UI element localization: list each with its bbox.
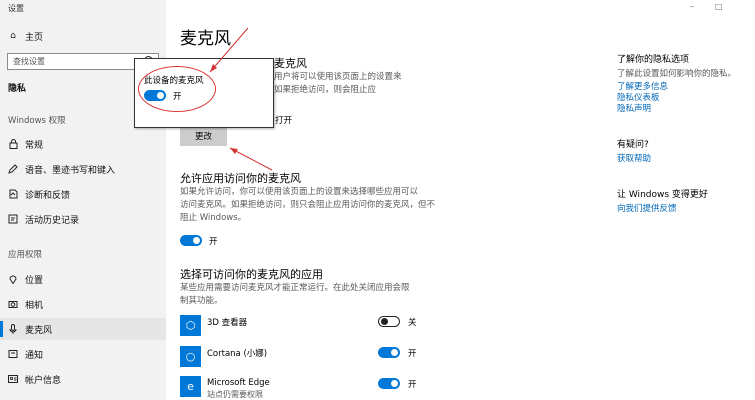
- sidebar-item-camera[interactable]: 相机: [0, 293, 166, 315]
- section1-status-partial: 打开: [275, 116, 293, 126]
- window-title: 设置: [8, 4, 24, 13]
- sidebar-item-activity-history[interactable]: 活动历史记录: [0, 208, 166, 230]
- edge-toggle-label: 开: [408, 380, 417, 390]
- sidebar-item-diagnostics[interactable]: 诊断和反馈: [0, 183, 166, 205]
- microphone-icon: [8, 324, 18, 334]
- sidebar-item-label: 通知: [25, 350, 44, 361]
- sidebar-item-account-info[interactable]: 帐户信息: [0, 368, 166, 390]
- camera-icon: [8, 299, 18, 309]
- section3-desc-line2: 制其功能。: [180, 296, 223, 306]
- sidebar-item-home[interactable]: ⌂ 主页: [0, 25, 166, 47]
- app-sub-edge: 站点仍需要权限: [207, 390, 263, 399]
- app-name-edge: Microsoft Edge: [207, 378, 270, 388]
- 3d-viewer-icon: ⬡: [180, 315, 201, 336]
- section-windows-permissions: Windows 权限: [8, 116, 66, 126]
- notification-icon: [8, 349, 18, 359]
- sidebar-item-speech[interactable]: 语音、墨迹书写和键入: [0, 158, 166, 180]
- get-help-link[interactable]: 获取帮助: [617, 152, 651, 164]
- sidebar-item-location[interactable]: 位置: [0, 268, 166, 290]
- pen-icon: [8, 164, 18, 174]
- cortana-toggle[interactable]: [378, 347, 400, 358]
- page-title: 麦克风: [180, 29, 231, 49]
- edge-toggle[interactable]: [378, 378, 400, 389]
- app-name-cortana: Cortana (小娜): [207, 349, 268, 359]
- sidebar-item-label: 相机: [25, 300, 44, 311]
- section1-heading-partial: 麦克风: [274, 57, 307, 70]
- sidebar-item-label: 常规: [25, 140, 44, 151]
- improve-windows-heading: 让 Windows 变得更好: [617, 190, 708, 200]
- sidebar-item-label: 位置: [25, 275, 44, 286]
- sidebar-item-label: 主页: [25, 32, 44, 43]
- feedback-link[interactable]: 向我们提供反馈: [617, 202, 677, 214]
- privacy-statement-link[interactable]: 隐私声明: [617, 102, 651, 114]
- allow-apps-toggle-label: 开: [209, 237, 218, 247]
- questions-heading: 有疑问?: [617, 140, 649, 150]
- privacy-options-desc: 了解此设置如何影响你的隐私。: [617, 69, 737, 79]
- home-icon: ⌂: [10, 31, 16, 41]
- section2-desc-line2: 访问麦克风。如果拒绝访问，则只会阻止应用访问你的麦克风，但不: [180, 200, 436, 210]
- 3d-viewer-toggle[interactable]: [378, 316, 400, 327]
- sidebar-item-general[interactable]: 常规: [0, 133, 166, 155]
- sidebar-item-label: 麦克风: [25, 325, 53, 336]
- section2-desc-line3: 阻止 Windows。: [180, 213, 247, 223]
- sidebar-item-label: 活动历史记录: [25, 215, 80, 226]
- sidebar-item-label: 帐户信息: [25, 375, 62, 386]
- minimize-button[interactable]: –: [690, 2, 694, 11]
- app-name-3d-viewer: 3D 查看器: [207, 318, 248, 328]
- section-app-permissions: 应用权限: [8, 250, 43, 260]
- diagnostics-icon: [8, 189, 18, 199]
- cortana-toggle-label: 开: [408, 349, 417, 359]
- account-icon: [8, 374, 18, 384]
- section3-desc-line1: 某些应用需要访问麦克风才能正常运行。在此处关闭应用会限: [180, 283, 410, 293]
- section1-desc-line2: 如果拒绝访问，则会阻止应: [274, 85, 377, 95]
- annotation-ellipse: [138, 66, 216, 112]
- sidebar-item-microphone[interactable]: 麦克风: [0, 318, 166, 340]
- search-placeholder: 查找设置: [13, 57, 45, 66]
- section1-desc-line1: 用户将可以使用该页面上的设置来: [274, 72, 402, 82]
- change-button[interactable]: 更改: [180, 126, 227, 146]
- section2-desc-line1: 如果允许访问，你可以使用该页面上的设置来选择哪些应用可以: [180, 187, 419, 197]
- edge-icon: e: [180, 376, 201, 397]
- section3-heading: 选择可访问你的麦克风的应用: [180, 268, 323, 281]
- cortana-icon: ○: [180, 346, 201, 367]
- maximize-button[interactable]: □: [715, 2, 723, 11]
- location-icon: [8, 274, 18, 284]
- lock-icon: [8, 139, 18, 149]
- sidebar-item-label: 语音、墨迹书写和键入: [25, 165, 116, 176]
- history-icon: [8, 214, 18, 224]
- sidebar-item-label: 诊断和反馈: [25, 190, 71, 201]
- section2-heading: 允许应用访问你的麦克风: [180, 172, 301, 185]
- 3d-viewer-toggle-label: 关: [408, 318, 417, 328]
- sidebar-item-notifications[interactable]: 通知: [0, 343, 166, 365]
- privacy-options-heading: 了解你的隐私选项: [617, 55, 690, 65]
- allow-apps-toggle[interactable]: [180, 235, 202, 246]
- category-heading: 隐私: [8, 84, 27, 94]
